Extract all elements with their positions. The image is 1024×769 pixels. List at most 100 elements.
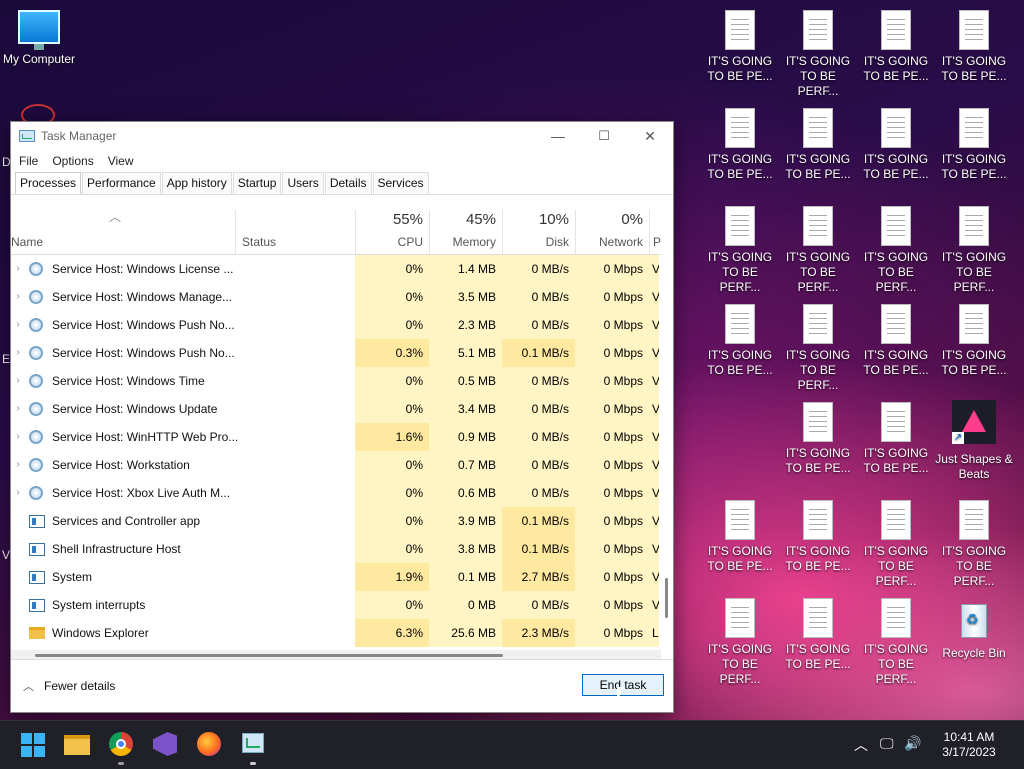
- table-row[interactable]: System interrupts 0% 0 MB 0 MB/s 0 Mbps V: [11, 591, 659, 619]
- desktop-icon-document[interactable]: IT'S GOING TO BE PE...: [701, 108, 779, 182]
- menu-options[interactable]: Options: [52, 154, 93, 168]
- table-row[interactable]: Shell Infrastructure Host 0% 3.8 MB 0.1 MB/…: [11, 535, 659, 563]
- taskbar-firefox[interactable]: [194, 729, 224, 759]
- column-header-name[interactable]: ︿ Name: [11, 210, 235, 254]
- table-row[interactable]: › Service Host: Workstation 0% 0.7 MB 0 MB/s…: [11, 451, 659, 479]
- taskbar-visual-studio[interactable]: [150, 729, 180, 759]
- gear-icon: [29, 430, 43, 444]
- tab-details[interactable]: Details: [324, 172, 372, 194]
- title-bar[interactable]: Task Manager — ☐ ✕: [11, 122, 673, 150]
- desktop-icon-document[interactable]: IT'S GOING TO BE PE...: [779, 500, 857, 574]
- desktop-icon-document[interactable]: IT'S GOING TO BE PERF...: [779, 10, 857, 99]
- gear-icon: [29, 402, 43, 416]
- table-row[interactable]: › Service Host: WinHTTP Web Pro... 1.6% 0.9…: [11, 423, 659, 451]
- expand-chevron-icon[interactable]: ›: [11, 283, 25, 311]
- desktop-icon-document[interactable]: IT'S GOING TO BE PERF...: [857, 598, 935, 687]
- disk-value: 0 MB/s: [502, 367, 575, 395]
- table-row[interactable]: › Service Host: Windows License ... 0% 1.4 …: [11, 255, 659, 283]
- tab-services[interactable]: Services: [372, 172, 429, 194]
- desktop-icon-document[interactable]: IT'S GOING TO BE PE...: [857, 108, 935, 182]
- footer: ︿ Fewer details End task: [11, 659, 673, 712]
- desktop-icon-document[interactable]: IT'S GOING TO BE PE...: [935, 304, 1013, 378]
- desktop-icon-my-computer[interactable]: My Computer: [0, 10, 78, 67]
- text-document-icon: [881, 206, 911, 246]
- desktop-icon-document[interactable]: IT'S GOING TO BE PERF...: [779, 304, 857, 393]
- expand-chevron-icon[interactable]: ›: [11, 311, 25, 339]
- expand-chevron-icon[interactable]: ›: [11, 339, 25, 367]
- desktop-icon-document[interactable]: IT'S GOING TO BE PE...: [857, 402, 935, 476]
- desktop-icon-document[interactable]: IT'S GOING TO BE PE...: [857, 10, 935, 84]
- cpu-value: 0.3%: [355, 339, 429, 367]
- desktop-icon-document[interactable]: IT'S GOING TO BE PERF...: [857, 500, 935, 589]
- table-row[interactable]: › Service Host: Windows Update 0% 3.4 MB 0 M…: [11, 395, 659, 423]
- chevron-up-icon[interactable]: ︿: [854, 735, 868, 755]
- tab-users[interactable]: Users: [282, 172, 324, 194]
- text-document-icon: [725, 206, 755, 246]
- clock[interactable]: 10:41 AM 3/17/2023: [934, 730, 1004, 760]
- menu-file[interactable]: File: [19, 154, 38, 168]
- column-header-power[interactable]: Pow: [649, 210, 661, 254]
- table-row[interactable]: › Service Host: Windows Manage... 0% 3.5 MB…: [11, 283, 659, 311]
- desktop-icon-document[interactable]: IT'S GOING TO BE PERF...: [857, 206, 935, 295]
- column-header-disk[interactable]: 10% Disk: [502, 210, 575, 254]
- expand-chevron-icon[interactable]: ›: [11, 479, 25, 507]
- expand-chevron-icon[interactable]: ›: [11, 395, 25, 423]
- expand-chevron-icon[interactable]: ›: [11, 367, 25, 395]
- desktop-icon-document[interactable]: IT'S GOING TO BE PE...: [779, 402, 857, 476]
- maximize-button[interactable]: ☐: [581, 122, 627, 150]
- desktop-icon-just-shapes-beats[interactable]: ↗ Just Shapes & Beats: [935, 400, 1013, 482]
- column-header-status[interactable]: Status: [235, 210, 355, 254]
- desktop-icon-document[interactable]: IT'S GOING TO BE PERF...: [779, 206, 857, 295]
- desktop-icon-document[interactable]: IT'S GOING TO BE PE...: [779, 598, 857, 672]
- close-button[interactable]: ✕: [627, 122, 673, 150]
- folder-icon: [64, 735, 90, 755]
- process-icon-cell: [29, 451, 47, 479]
- desktop-icon-document[interactable]: IT'S GOING TO BE PE...: [701, 500, 779, 574]
- expand-chevron-icon: [11, 591, 25, 619]
- menu-view[interactable]: View: [108, 154, 134, 168]
- volume-icon[interactable]: 🔊: [904, 735, 921, 752]
- start-button[interactable]: [17, 729, 47, 759]
- desktop-icon-document[interactable]: IT'S GOING TO BE PE...: [779, 108, 857, 182]
- horizontal-scrollbar[interactable]: [35, 654, 503, 657]
- table-row[interactable]: Windows Explorer 6.3% 25.6 MB 2.3 MB/s 0 Mbp…: [11, 619, 659, 647]
- desktop-icon-document[interactable]: IT'S GOING TO BE PE...: [701, 10, 779, 84]
- desktop-icon-recycle-bin[interactable]: ♻ Recycle Bin: [935, 598, 1013, 661]
- column-header-memory[interactable]: 45% Memory: [429, 210, 502, 254]
- column-header-network[interactable]: 0% Network: [575, 210, 649, 254]
- taskbar-task-manager[interactable]: [238, 729, 268, 765]
- desktop-icon-document[interactable]: IT'S GOING TO BE PE...: [935, 108, 1013, 182]
- desktop-icon-document[interactable]: IT'S GOING TO BE PE...: [701, 304, 779, 378]
- table-row[interactable]: › Service Host: Windows Time 0% 0.5 MB 0 MB/…: [11, 367, 659, 395]
- minimize-button[interactable]: —: [535, 122, 581, 150]
- taskbar-file-explorer[interactable]: [62, 729, 92, 759]
- vertical-scrollbar[interactable]: [665, 578, 668, 618]
- desktop-icon-document[interactable]: IT'S GOING TO BE PERF...: [701, 598, 779, 687]
- expand-chevron-icon[interactable]: ›: [11, 423, 25, 451]
- table-row[interactable]: System 1.9% 0.1 MB 2.7 MB/s 0 Mbps V: [11, 563, 659, 591]
- expand-chevron-icon[interactable]: ›: [11, 255, 25, 283]
- network-icon[interactable]: 🖵: [880, 735, 894, 752]
- table-row[interactable]: › Service Host: Windows Push No... 0.3% 5.1…: [11, 339, 659, 367]
- fewer-details-button[interactable]: ︿ Fewer details: [23, 678, 115, 694]
- table-row[interactable]: › Service Host: Windows Push No... 0% 2.3 M…: [11, 311, 659, 339]
- taskbar-chrome[interactable]: [106, 729, 136, 765]
- table-row[interactable]: Services and Controller app 0% 3.9 MB 0.1 M…: [11, 507, 659, 535]
- desktop-icon-document[interactable]: IT'S GOING TO BE PERF...: [701, 206, 779, 295]
- table-row[interactable]: › Service Host: Xbox Live Auth M... 0% 0.6 …: [11, 479, 659, 507]
- shortcut-arrow-icon: ↗: [952, 432, 964, 444]
- tab-app-history[interactable]: App history: [161, 172, 232, 194]
- column-header-cpu[interactable]: 55% CPU: [355, 210, 429, 254]
- tab-processes[interactable]: Processes: [15, 172, 82, 194]
- tab-startup[interactable]: Startup: [232, 172, 282, 194]
- tab-performance[interactable]: Performance: [82, 172, 161, 194]
- expand-chevron-icon[interactable]: ›: [11, 451, 25, 479]
- chevron-up-icon: ︿: [23, 681, 34, 693]
- desktop-icon-document[interactable]: IT'S GOING TO BE PERF...: [935, 206, 1013, 295]
- desktop-icon-label: Just Shapes & Beats: [935, 452, 1013, 481]
- desktop-icon-document[interactable]: IT'S GOING TO BE PE...: [857, 304, 935, 378]
- desktop-icon-label: IT'S GOING TO BE PE...: [707, 54, 773, 83]
- disk-value: 0 MB/s: [502, 283, 575, 311]
- desktop-icon-document[interactable]: IT'S GOING TO BE PE...: [935, 10, 1013, 84]
- desktop-icon-document[interactable]: IT'S GOING TO BE PERF...: [935, 500, 1013, 589]
